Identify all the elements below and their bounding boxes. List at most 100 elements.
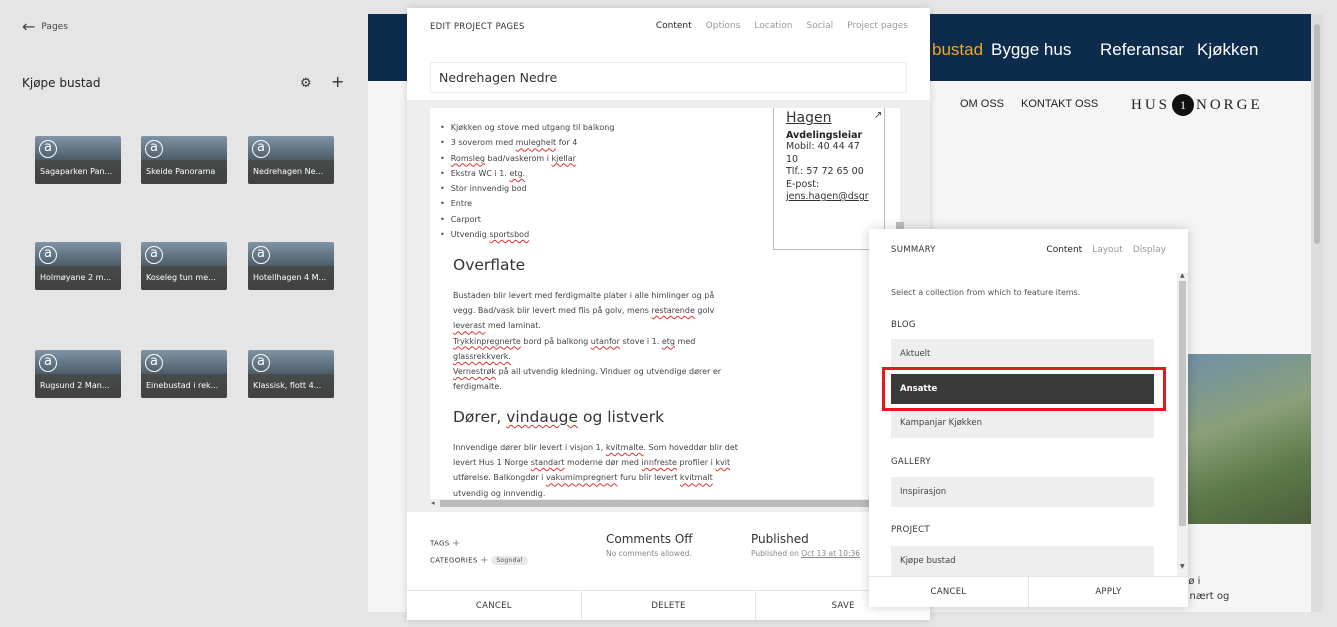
tab-layout[interactable]: Layout <box>1092 245 1123 255</box>
publish-status[interactable]: Published Published on Oct 13 at 10:36 <box>751 532 860 558</box>
tab-social[interactable]: Social <box>806 21 833 31</box>
tab-content[interactable]: Content <box>656 21 692 31</box>
publish-subtitle: Published on Oct 13 at 10:36 <box>751 549 860 558</box>
page-title-input[interactable]: Nedrehagen Nedre <box>430 62 907 93</box>
page-scrollbar[interactable] <box>1311 14 1323 612</box>
page-thumbnail-label: Sagaparken Pan... <box>35 160 121 184</box>
collection-option[interactable]: Kjøpe bustad <box>891 546 1154 576</box>
page-thumbnail[interactable]: a Rugsund 2 Man... <box>35 350 121 398</box>
brand-text-left: HUS <box>1131 96 1171 113</box>
add-category-icon[interactable]: + <box>480 555 489 566</box>
tags-categories: TAGS + CATEGORIES + Sogndal <box>430 532 528 566</box>
category-pill[interactable]: Sogndal <box>491 556 528 565</box>
add-tag-icon[interactable]: + <box>452 538 461 549</box>
cancel-button[interactable]: CANCEL <box>407 591 582 620</box>
list-item: Stor innvendig bod <box>440 181 614 196</box>
group-label-blog: BLOG <box>891 320 916 330</box>
scroll-left-icon[interactable]: ◂ <box>431 499 435 507</box>
site-nav-item[interactable]: bustad <box>932 40 983 60</box>
apply-button[interactable]: APPLY <box>1029 577 1188 607</box>
categories-row: CATEGORIES + Sogndal <box>430 555 528 566</box>
page-thumbnail[interactable]: a Hotellhagen 4 M... <box>248 242 334 290</box>
dialog-title: EDIT PROJECT PAGES <box>430 22 525 32</box>
section-heading: Dører, vindauge og listverk <box>453 408 665 426</box>
contact-name[interactable]: Hagen <box>786 110 884 126</box>
dialog-header: EDIT PROJECT PAGES Content Options Locat… <box>407 8 930 46</box>
expand-arrow-icon[interactable]: ↗ <box>874 110 882 121</box>
summary-footer: CANCEL APPLY <box>869 576 1188 607</box>
scroll-up-icon[interactable]: ▲ <box>1180 272 1185 279</box>
text-line: Trykkinpregnerte bord på balkong utanfor… <box>453 336 696 346</box>
page-thumbnail[interactable]: a Sagaparken Pan... <box>35 136 121 184</box>
site-nav-item[interactable]: Referansar <box>1100 40 1184 60</box>
page-thumbnail[interactable]: a Koseleg tun me... <box>141 242 227 290</box>
arrow-left-icon: ← <box>22 17 36 36</box>
site-nav-item[interactable]: Bygge hus <box>991 40 1071 60</box>
contact-phone: Tlf.: 57 72 65 00 <box>786 166 864 177</box>
back-to-pages-link[interactable]: ← Pages <box>22 17 68 36</box>
section-paragraph: Innvendige dører blir levert i visjon 1,… <box>453 440 793 501</box>
list-item: Utvendig sportsbod <box>440 227 614 242</box>
page-thumbnail[interactable]: a Skeide Panorama <box>141 136 227 184</box>
page-scrollbar-thumb[interactable] <box>1314 24 1320 244</box>
dialog-footer: CANCEL DELETE SAVE <box>407 590 930 620</box>
page-thumbnail[interactable]: a Einebustad i rek... <box>141 350 227 398</box>
list-item: Entre <box>440 196 614 211</box>
text-line: levert Hus 1 Norge standart moderne dør … <box>453 458 731 468</box>
page-thumbnail-label: Nedrehagen Ne... <box>248 160 334 184</box>
text-line: vegg. Bad/vask blir levert med flis på g… <box>453 306 715 316</box>
site-subnav-item[interactable]: KONTAKT OSS <box>1021 98 1098 110</box>
tab-project-pages[interactable]: Project pages <box>847 21 908 31</box>
site-nav-item[interactable]: Kjøkken <box>1197 40 1258 60</box>
site-hero-image <box>1180 354 1311 524</box>
publish-date-link[interactable]: Oct 13 at 10:36 <box>801 549 860 558</box>
tab-display[interactable]: Display <box>1133 245 1166 255</box>
contact-email-link[interactable]: jens.hagen@dsgr <box>786 191 884 202</box>
collection-option[interactable]: Inspirasjon <box>891 477 1154 507</box>
page-thumbnail-label: Rugsund 2 Man... <box>35 374 121 398</box>
section-heading: Overflate <box>453 256 526 274</box>
gear-icon[interactable]: ⚙ <box>300 76 312 91</box>
page-thumbnail[interactable]: a Klassisk, flott 4... <box>248 350 334 398</box>
group-label-gallery: GALLERY <box>891 457 931 467</box>
page-thumbnail[interactable]: a Holmøyane 2 m... <box>35 242 121 290</box>
tags-row: TAGS + <box>430 538 528 549</box>
page-thumbnail-label: Skeide Panorama <box>141 160 227 184</box>
cancel-button[interactable]: CANCEL <box>869 577 1029 607</box>
scrollbar-thumb[interactable] <box>440 500 870 507</box>
text-line: glassrekkverk. <box>453 351 511 361</box>
page-thumbnail-label: Einebustad i rek... <box>141 374 227 398</box>
page-thumbnail-label: Klassisk, flott 4... <box>248 374 334 398</box>
collection-option[interactable]: Aktuelt <box>891 339 1154 369</box>
summary-block-dialog: SUMMARY Content Layout Display Select a … <box>869 229 1188 607</box>
brand-ring: 1 <box>1172 94 1195 116</box>
page-thumbnail-label: Koseleg tun me... <box>141 266 227 290</box>
text-line: ferdigmalte. <box>453 382 502 392</box>
scroll-down-icon[interactable]: ▼ <box>1180 563 1185 570</box>
logo-icon: a <box>39 140 57 158</box>
tab-content[interactable]: Content <box>1046 245 1082 255</box>
page-thumbnail-label: Holmøyane 2 m... <box>35 266 121 290</box>
edit-project-pages-dialog: EDIT PROJECT PAGES Content Options Locat… <box>407 8 930 620</box>
logo-icon: a <box>145 140 163 158</box>
comments-status[interactable]: Comments Off No comments allowed. <box>606 532 693 558</box>
selection-highlight-box <box>882 367 1166 411</box>
delete-button[interactable]: DELETE <box>582 591 757 620</box>
pages-sidebar: ← Pages Kjøpe bustad ⚙ + a Sagaparken Pa… <box>0 0 368 627</box>
tab-location[interactable]: Location <box>754 21 792 31</box>
summary-tabs: Content Layout Display <box>1046 245 1166 255</box>
logo-icon: a <box>39 354 57 372</box>
site-subnav-item[interactable]: OM OSS <box>960 98 1004 110</box>
comments-subtitle: No comments allowed. <box>606 549 692 558</box>
summary-scrollbar-thumb[interactable] <box>1179 281 1186 526</box>
publish-title: Published <box>751 532 809 546</box>
tab-options[interactable]: Options <box>706 21 741 31</box>
add-page-icon[interactable]: + <box>331 72 344 91</box>
publish-prefix: Published on <box>751 549 799 558</box>
summary-scrollbar[interactable]: ▲ ▼ <box>1177 272 1188 576</box>
logo-icon: a <box>252 354 270 372</box>
editor-horizontal-scrollbar[interactable]: ◂ <box>430 499 900 508</box>
content-editor[interactable]: Kjøkken og stove med utgang til balkong … <box>430 108 900 506</box>
page-thumbnail[interactable]: a Nedrehagen Ne... <box>248 136 334 184</box>
collection-option[interactable]: Kampanjar Kjøkken <box>891 408 1154 438</box>
